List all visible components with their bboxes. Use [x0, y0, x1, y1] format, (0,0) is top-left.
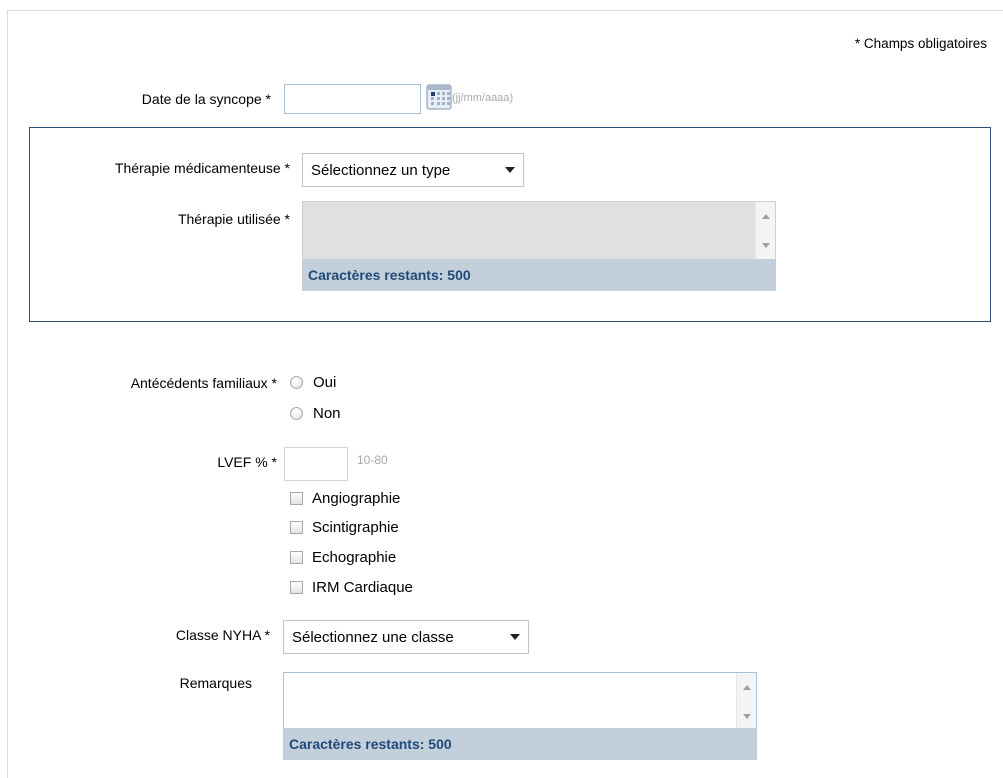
checkbox-irm-cardiaque[interactable]	[290, 581, 303, 594]
checkbox-irm-cardiaque-label: IRM Cardiaque	[312, 579, 413, 596]
remarks-char-counter: Caractères restants: 500	[283, 728, 757, 760]
nyha-label: Classe NYHA *	[175, 627, 270, 643]
scroll-up-arrow-icon[interactable]	[762, 214, 770, 219]
radio-non[interactable]	[290, 407, 303, 420]
frame-top-border	[7, 10, 1003, 11]
date-label: Date de la syncope *	[141, 91, 271, 107]
date-format-hint: (jj/mm/aaaa)	[452, 92, 514, 104]
scroll-down-arrow-icon[interactable]	[743, 714, 751, 719]
syncope-form-page: * Champs obligatoires Date de la syncope…	[0, 0, 1003, 778]
checkbox-echographie[interactable]	[290, 551, 303, 564]
checkbox-scintigraphie[interactable]	[290, 521, 303, 534]
checkbox-echographie-label: Echographie	[312, 549, 397, 566]
lvef-input[interactable]	[284, 447, 348, 481]
chevron-down-icon	[505, 167, 515, 173]
remarks-text-area[interactable]	[283, 672, 757, 732]
calendar-icon[interactable]	[426, 83, 454, 113]
family-history-option-non[interactable]: Non	[290, 405, 341, 422]
scroll-up-arrow-icon[interactable]	[743, 685, 751, 690]
method-angiographie[interactable]: Angiographie	[290, 490, 400, 507]
frame-left-border	[7, 10, 8, 778]
remarks-textarea[interactable]: Caractères restants: 500	[283, 672, 757, 760]
lvef-range-hint: 10-80	[357, 453, 388, 467]
therapy-used-label: Thérapie utilisée *	[177, 211, 290, 227]
drug-therapy-label: Thérapie médicamenteuse *	[114, 160, 290, 176]
mandatory-fields-note: * Champs obligatoires	[854, 36, 987, 51]
checkbox-angiographie[interactable]	[290, 492, 303, 505]
method-irm-cardiaque[interactable]: IRM Cardiaque	[290, 579, 413, 596]
lvef-label: LVEF % *	[217, 454, 277, 470]
nyha-selected-value: Sélectionnez une classe	[292, 628, 454, 646]
family-history-option-oui[interactable]: Oui	[290, 374, 336, 391]
family-history-label: Antécédents familiaux *	[130, 375, 277, 391]
therapy-used-textarea[interactable]: Caractères restants: 500	[302, 201, 776, 291]
method-scintigraphie[interactable]: Scintigraphie	[290, 519, 399, 536]
therapy-used-char-counter: Caractères restants: 500	[302, 259, 776, 291]
remarks-label: Remarques	[179, 675, 252, 691]
radio-non-label: Non	[313, 405, 341, 422]
drug-therapy-selected-value: Sélectionnez un type	[311, 161, 451, 179]
nyha-select[interactable]: Sélectionnez une classe	[283, 620, 529, 654]
scroll-down-arrow-icon[interactable]	[762, 243, 770, 248]
checkbox-angiographie-label: Angiographie	[312, 490, 401, 507]
radio-oui-label: Oui	[313, 374, 337, 391]
chevron-down-icon	[510, 634, 520, 640]
checkbox-scintigraphie-label: Scintigraphie	[312, 519, 399, 536]
date-input[interactable]	[284, 84, 421, 114]
method-echographie[interactable]: Echographie	[290, 549, 396, 566]
drug-therapy-select[interactable]: Sélectionnez un type	[302, 153, 524, 187]
therapy-used-text-area[interactable]	[302, 201, 776, 261]
radio-oui[interactable]	[290, 376, 303, 389]
therapy-used-scrollbar[interactable]	[755, 202, 775, 260]
remarks-scrollbar[interactable]	[736, 673, 756, 731]
